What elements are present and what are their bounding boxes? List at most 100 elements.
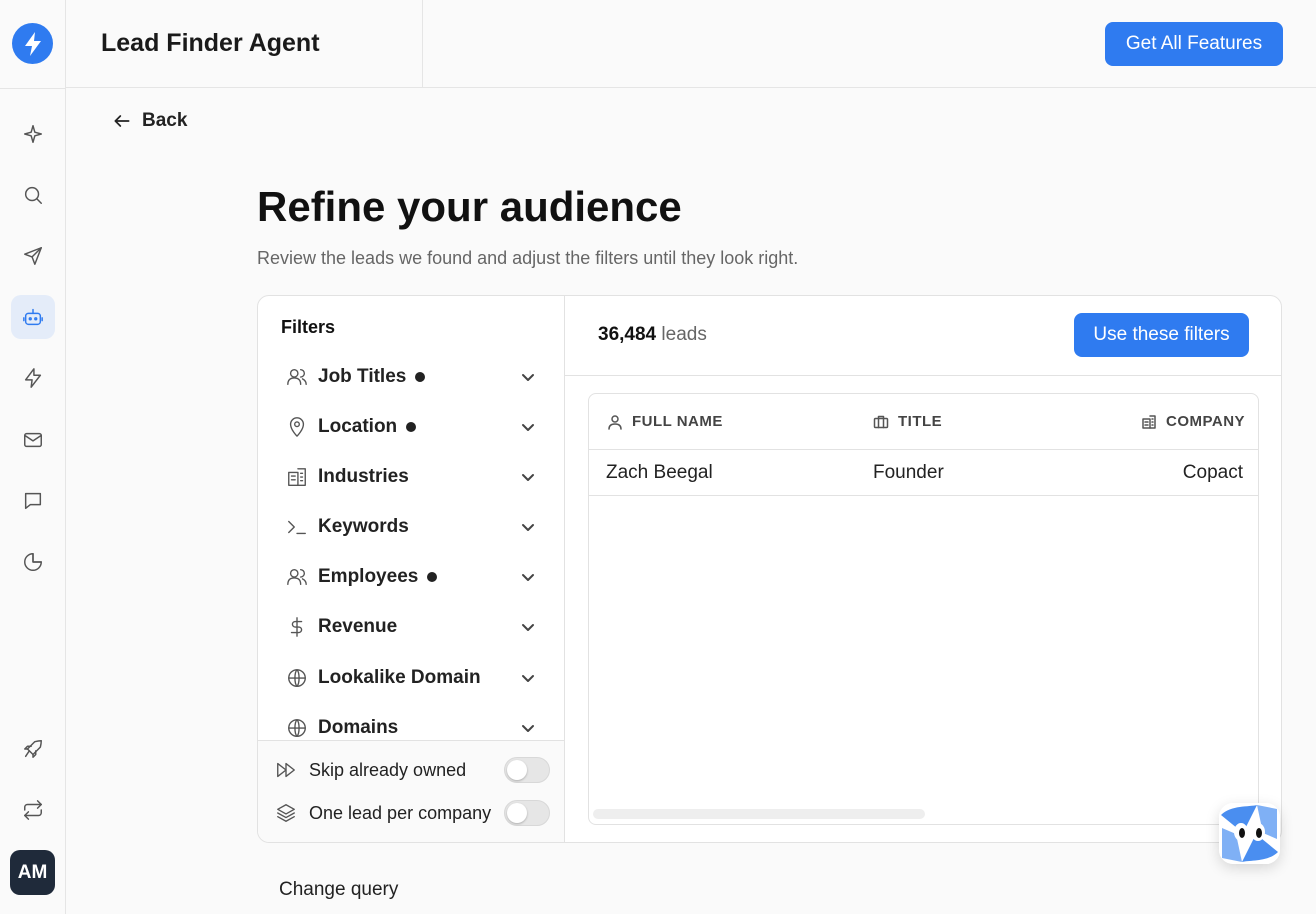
column-full-name[interactable]: FULL NAME [607, 413, 723, 430]
filter-label: Job Titles [318, 366, 407, 387]
filter-toggles: Skip already owned One lead per company [258, 740, 564, 842]
leads-table: FULL NAME TITLE COMPANY Zach Beegal Foun… [588, 393, 1259, 825]
column-company[interactable]: COMPANY [1141, 413, 1245, 430]
users-icon [286, 566, 308, 588]
sidebar-divider [0, 88, 66, 89]
building-icon [286, 466, 308, 488]
column-label: COMPANY [1166, 413, 1246, 430]
horizontal-scrollbar[interactable] [593, 809, 925, 819]
fast-forward-icon [275, 759, 297, 781]
get-all-features-button[interactable]: Get All Features [1105, 22, 1283, 66]
rocket-icon [24, 740, 42, 758]
audience-panel: Filters Job Titles Location Industries K… [257, 295, 1282, 843]
sidebar-item-messages[interactable] [11, 479, 55, 523]
terminal-icon [286, 516, 308, 538]
top-bar: Lead Finder Agent Get All Features [66, 0, 1316, 88]
robot-icon [23, 308, 43, 326]
cell-company: Copact [1182, 462, 1243, 483]
filter-lookalike-domain[interactable]: Lookalike Domain [286, 663, 536, 693]
filter-label: Employees [318, 566, 419, 587]
sidebar-item-sync[interactable] [11, 788, 55, 832]
filter-label: Industries [318, 466, 409, 487]
filter-revenue[interactable]: Revenue [286, 612, 536, 642]
sidebar-item-analytics[interactable] [11, 540, 55, 584]
column-label: TITLE [898, 413, 943, 430]
sidebar-item-sparkle[interactable] [11, 112, 55, 156]
sidebar-item-mail[interactable] [11, 418, 55, 462]
chevron-down-icon [520, 670, 536, 686]
active-filter-dot [415, 372, 426, 382]
avatar[interactable]: AM [10, 850, 55, 895]
column-label: FULL NAME [632, 413, 723, 430]
topbar-divider [422, 0, 423, 88]
arrow-left-icon [114, 115, 130, 127]
use-filters-button[interactable]: Use these filters [1074, 313, 1249, 357]
filter-label: Location [318, 416, 398, 437]
skip-owned-switch[interactable] [504, 757, 550, 783]
active-filter-dot [406, 422, 417, 432]
sidebar-item-search[interactable] [11, 173, 55, 217]
chevron-down-icon [520, 569, 536, 585]
user-icon [608, 414, 622, 430]
app-title: Lead Finder Agent [101, 29, 320, 57]
app-logo-icon[interactable] [12, 23, 53, 64]
briefcase-icon [873, 415, 889, 428]
chevron-down-icon [520, 519, 536, 535]
dollar-icon [286, 616, 308, 638]
chat-assistant-button[interactable] [1219, 803, 1280, 864]
leads-count-number: 36,484 [598, 324, 657, 345]
leads-count-suffix: leads [661, 324, 707, 345]
chevron-down-icon [520, 369, 536, 385]
back-label: Back [142, 110, 188, 131]
filter-label: Keywords [318, 516, 409, 537]
toggle-one-per-company: One lead per company [275, 798, 550, 828]
leads-count: 36,484 leads [598, 324, 707, 346]
toggle-skip-owned: Skip already owned [275, 755, 550, 785]
filter-job-titles[interactable]: Job Titles [286, 362, 536, 392]
sidebar-item-agents[interactable] [11, 295, 55, 339]
mail-icon [24, 432, 42, 448]
sidebar: AM [0, 0, 66, 914]
table-row[interactable]: Zach Beegal Founder Copact [589, 450, 1258, 496]
sidebar-item-launch[interactable] [11, 727, 55, 771]
toggle-label: One lead per company [309, 802, 492, 823]
send-icon [24, 247, 42, 265]
globe-icon [286, 717, 308, 739]
filters-panel: Filters Job Titles Location Industries K… [258, 296, 565, 842]
search-icon [24, 186, 42, 204]
sidebar-item-automations[interactable] [11, 356, 55, 400]
page-title: Refine your audience [257, 183, 682, 230]
repeat-icon [24, 800, 42, 820]
filter-keywords[interactable]: Keywords [286, 512, 536, 542]
page-subtitle: Review the leads we found and adjust the… [257, 248, 799, 268]
toggle-label: Skip already owned [309, 759, 467, 780]
active-filter-dot [427, 572, 438, 582]
column-title[interactable]: TITLE [873, 413, 942, 430]
filter-industries[interactable]: Industries [286, 462, 536, 492]
users-icon [286, 366, 308, 388]
chevron-down-icon [520, 469, 536, 485]
change-query-button[interactable]: Change query [279, 879, 398, 901]
filter-label: Domains [318, 717, 399, 738]
results-header: 36,484 leads Use these filters [565, 296, 1281, 376]
results-panel: 36,484 leads Use these filters FULL NAME… [565, 296, 1281, 842]
map-pin-icon [286, 416, 308, 438]
pie-chart-icon [24, 553, 42, 571]
globe-icon [286, 667, 308, 689]
filter-label: Lookalike Domain [318, 667, 481, 688]
lightning-icon [24, 368, 42, 388]
message-icon [24, 492, 42, 510]
sparkle-icon [24, 125, 42, 143]
filter-employees[interactable]: Employees [286, 562, 536, 592]
sidebar-item-send[interactable] [11, 234, 55, 278]
chevron-down-icon [520, 619, 536, 635]
filter-domains[interactable]: Domains [286, 713, 536, 743]
back-button[interactable]: Back [112, 110, 187, 132]
one-per-company-switch[interactable] [504, 800, 550, 826]
filter-location[interactable]: Location [286, 412, 536, 442]
filter-label: Revenue [318, 616, 398, 637]
chevron-down-icon [520, 720, 536, 736]
layers-icon [275, 802, 297, 824]
assistant-mascot-icon [1219, 803, 1280, 864]
cell-full-name: Zach Beegal [606, 462, 713, 483]
